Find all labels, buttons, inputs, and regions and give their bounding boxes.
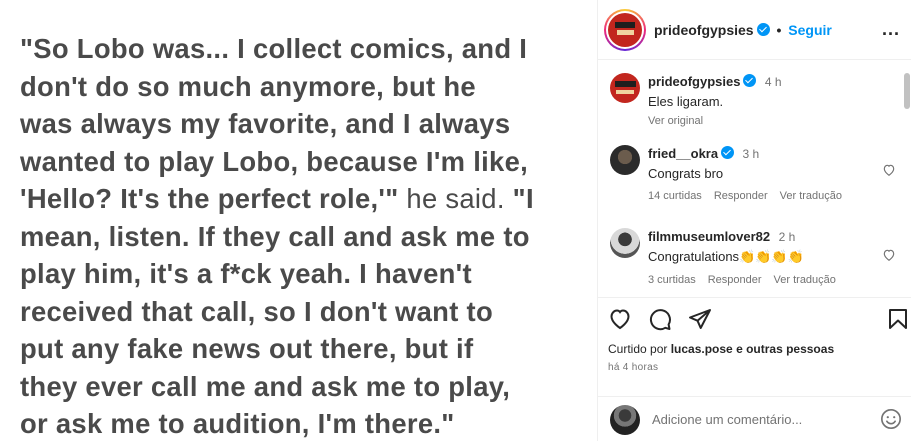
liked-by-text: Curtido por lucas.pose e outras pessoas (608, 342, 834, 356)
commenter-username[interactable]: filmmuseumlover82 (648, 229, 770, 244)
share-icon[interactable] (688, 307, 712, 331)
comment-text: Congratulations👏👏👏👏 (648, 249, 804, 264)
bookmark-icon[interactable] (886, 307, 910, 331)
verified-badge-icon (743, 74, 757, 87)
see-original-link[interactable]: Ver original (648, 115, 703, 127)
liked-others-link[interactable]: e outras pessoas (733, 342, 834, 356)
post-header: prideofgypsies • Seguir ... (598, 0, 911, 60)
separator-dot: • (776, 22, 782, 38)
comment-text: Congrats bro (648, 166, 724, 181)
comment-time: 3 h (742, 147, 760, 161)
comment-text: Eles ligaram. (648, 94, 724, 109)
comment-likes-count[interactable]: 3 curtidas (648, 274, 696, 286)
add-comment-bar (598, 396, 911, 441)
comment-time: 2 h (778, 230, 796, 244)
commenter-username[interactable]: prideofgypsies (648, 74, 740, 89)
more-options-icon[interactable]: ... (882, 19, 900, 40)
see-translation-link[interactable]: Ver tradução (774, 274, 836, 286)
comment-time: 4 h (764, 75, 782, 89)
liked-user-link[interactable]: lucas.pose (671, 342, 733, 356)
post-time-ago: há 4 horas (608, 362, 659, 373)
quote-plain-part: he said. (398, 183, 513, 214)
comments-scrollbar[interactable] (904, 73, 910, 109)
post-image: "So Lobo was... I collect comics, and I … (0, 0, 597, 441)
heart-icon[interactable] (882, 248, 896, 262)
comments-list: prideofgypsies 4 h Eles ligaram. Ver ori… (598, 61, 911, 297)
follow-button[interactable]: Seguir (788, 22, 832, 38)
verified-badge-icon (756, 23, 770, 36)
comment-input[interactable] (652, 409, 852, 429)
quote-bold-part-2: "I mean, listen. If they call and ask me… (20, 183, 534, 439)
post-side-panel: prideofgypsies • Seguir ... prideofgypsi… (597, 0, 911, 441)
emoji-icon[interactable] (880, 408, 902, 430)
commenter-avatar[interactable] (610, 228, 640, 258)
reply-button[interactable]: Responder (708, 274, 762, 286)
author-line: prideofgypsies • Seguir (654, 22, 832, 38)
author-avatar-image (608, 13, 642, 47)
comment-meta: 3 curtidas Responder Ver tradução (648, 274, 878, 286)
commenter-avatar[interactable] (610, 145, 640, 175)
liked-prefix: Curtido por (608, 342, 671, 356)
see-translation-link[interactable]: Ver tradução (780, 190, 842, 202)
comment-meta: Ver original (648, 115, 878, 127)
current-user-avatar (610, 405, 640, 435)
author-avatar[interactable] (604, 9, 646, 51)
quote-text: "So Lobo was... I collect comics, and I … (20, 30, 577, 441)
like-heart-icon[interactable] (608, 307, 632, 331)
commenter-username[interactable]: fried__okra (648, 146, 718, 161)
commenter-avatar[interactable] (610, 73, 640, 103)
author-username[interactable]: prideofgypsies (654, 22, 754, 38)
comment-meta: 14 curtidas Responder Ver tradução (648, 190, 878, 202)
heart-icon[interactable] (882, 163, 896, 177)
verified-badge-icon (721, 146, 735, 159)
comment-icon[interactable] (648, 307, 672, 331)
reply-button[interactable]: Responder (714, 190, 768, 202)
comment-likes-count[interactable]: 14 curtidas (648, 190, 702, 202)
